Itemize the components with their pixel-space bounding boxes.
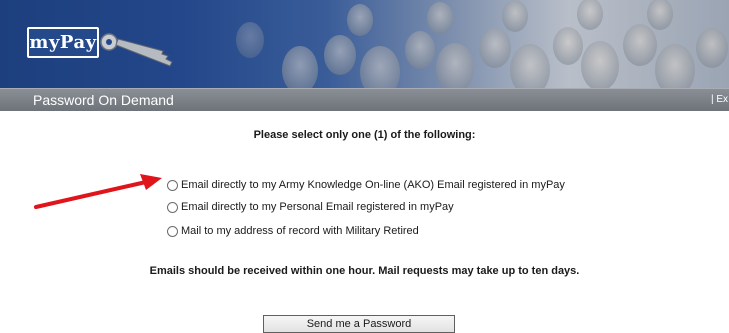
exit-link[interactable]: | Ex [711,92,728,108]
radio-ako-email[interactable] [167,179,178,191]
header-banner: myPay [0,0,729,88]
delivery-notice: Emails should be received within one hou… [149,265,580,277]
mypay-logo: myPay [27,27,99,58]
option-ako-email[interactable]: Email directly to my Army Knowledge On-l… [167,178,565,192]
option-personal-email-label: Email directly to my Personal Email regi… [181,201,454,213]
page-title-bar: Password On Demand | Ex [0,88,729,111]
option-ako-email-label: Email directly to my Army Knowledge On-l… [181,179,565,191]
radio-personal-email[interactable] [167,201,178,213]
option-personal-email[interactable]: Email directly to my Personal Email regi… [167,200,454,214]
red-arrow-icon [34,174,162,209]
radio-mail-address[interactable] [167,225,178,237]
option-mail-address-label: Mail to my address of record with Milita… [181,225,419,237]
selection-prompt: Please select only one (1) of the follow… [253,129,476,141]
key-icon [100,33,173,67]
option-mail-address[interactable]: Mail to my address of record with Milita… [167,224,419,238]
send-password-button[interactable]: Send me a Password [263,315,455,333]
page-title: Password On Demand [33,92,174,108]
page: myPay Password On Demand | Ex Please sel… [0,0,729,333]
